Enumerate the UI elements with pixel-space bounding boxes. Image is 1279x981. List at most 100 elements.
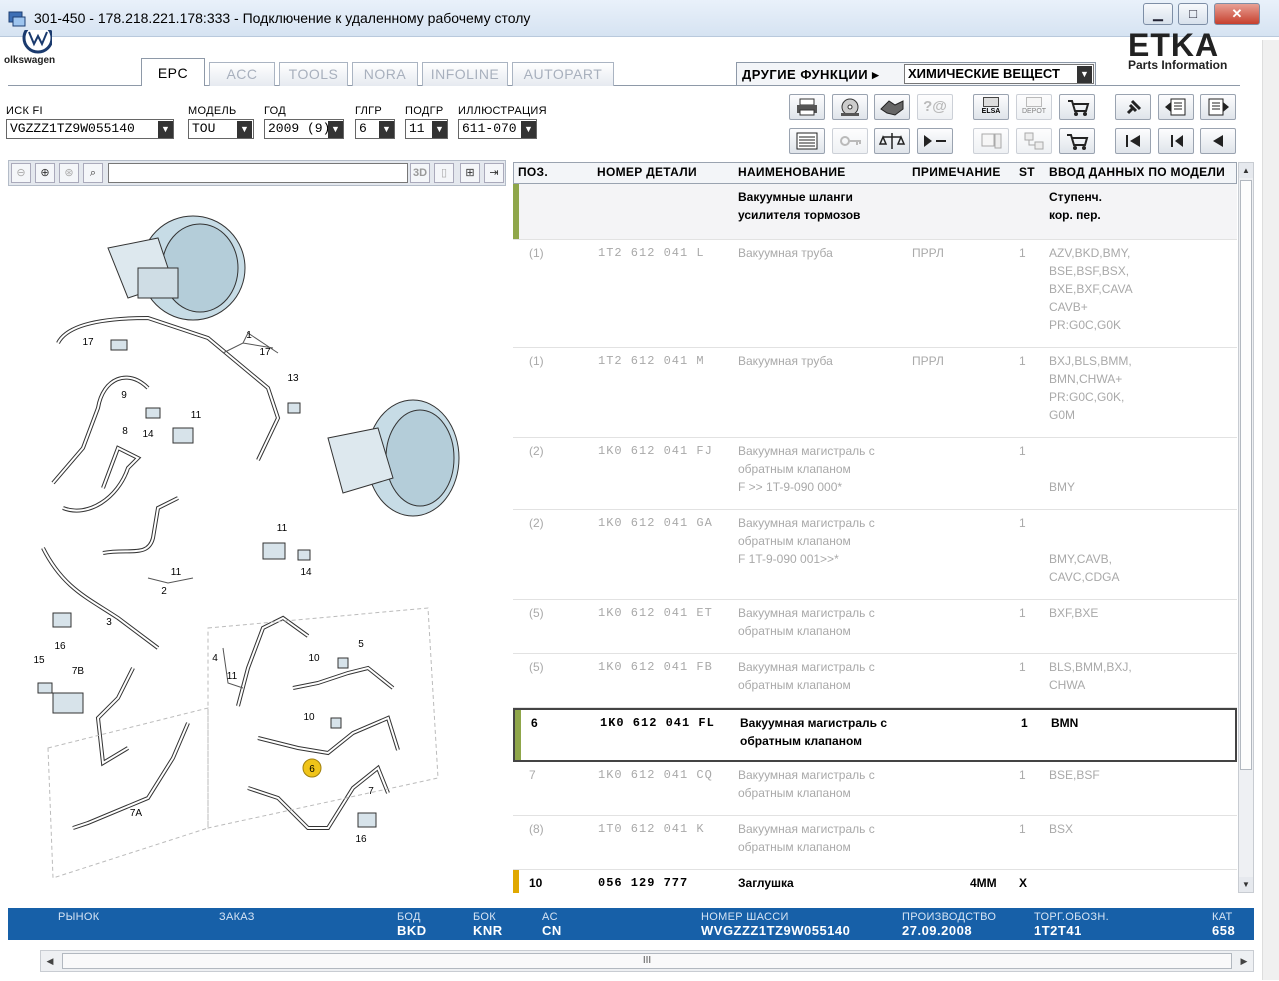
callout-label[interactable]: 6	[309, 764, 315, 775]
callout-label[interactable]: 7B	[72, 666, 85, 677]
scroll-left-button[interactable]: ◀	[42, 953, 58, 969]
zoom-out-button[interactable]: ⊖	[11, 163, 31, 183]
print-button[interactable]	[789, 94, 825, 120]
cart-arrow-button[interactable]	[1059, 94, 1095, 120]
parts-illustration[interactable]: 1 17 17 13 9 11 14 8 11 3 2 11 14 4 11 5 10 16 15 7B 10 6 7 7A 1…	[8, 188, 506, 904]
callout-label[interactable]: 3	[106, 617, 112, 628]
parts-row[interactable]: 10 056 129 777 Заглушка 4MM X	[513, 870, 1237, 893]
parts-row[interactable]: (5) 1K0 612 041 ET Вакуумная магистраль с …	[513, 600, 1237, 654]
callout-label[interactable]: 16	[54, 641, 66, 652]
col-header-model-data[interactable]: ВВОД ДАННЫХ ПО МОДЕЛИ	[1049, 165, 1225, 179]
callout-label[interactable]: 17	[259, 347, 271, 358]
callout-label[interactable]: 4	[212, 653, 218, 664]
callout-label[interactable]: 11	[191, 410, 202, 421]
illustration-dropdown-icon[interactable]: ▼	[521, 121, 536, 138]
callout-label[interactable]: 15	[33, 655, 45, 666]
illustration-search-input[interactable]	[108, 163, 408, 183]
callout-label[interactable]: 8	[122, 426, 128, 437]
model-dropdown-icon[interactable]: ▼	[237, 121, 252, 138]
zoom-area-button[interactable]: ⊕	[35, 163, 55, 183]
trade-name-label: ТОРГ.ОБОЗН.	[1034, 911, 1109, 923]
minimize-button[interactable]: ▁	[1143, 3, 1173, 25]
parts-row[interactable]: (1) 1T2 612 041 L Вакуумная труба ПРРЛ 1 AZV,…	[513, 240, 1237, 348]
tab-nora[interactable]: NORA	[352, 62, 418, 86]
prev-section-button[interactable]	[1158, 128, 1194, 154]
cart-button[interactable]	[1059, 128, 1095, 154]
callout-label[interactable]: 14	[142, 429, 154, 440]
hotspot-button[interactable]: ▯	[434, 163, 454, 183]
callout-label[interactable]: 1	[246, 330, 252, 341]
callout-label[interactable]: 10	[303, 712, 315, 723]
scroll-right-button[interactable]: ▶	[1236, 953, 1252, 969]
tab-tools[interactable]: TOOLS	[279, 62, 348, 86]
zoom-fit-button[interactable]: ⊛	[59, 163, 79, 183]
callout-label[interactable]: 10	[308, 653, 320, 664]
callout-label[interactable]: 5	[358, 639, 364, 650]
first-button[interactable]	[1115, 128, 1151, 154]
sub-group-dropdown-icon[interactable]: ▼	[432, 121, 447, 138]
callout-label[interactable]: 11	[277, 523, 288, 534]
callout-label[interactable]: 11	[227, 671, 238, 682]
parts-row[interactable]: (2) 1K0 612 041 GA Вакуумная магистраль с …	[513, 510, 1237, 600]
close-button[interactable]: ✕	[1214, 3, 1260, 25]
search-button[interactable]: ⌕	[83, 163, 103, 183]
callout-label[interactable]: 13	[287, 373, 299, 384]
callout-label[interactable]: 2	[161, 586, 167, 597]
parts-row[interactable]: 6 1K0 612 041 FL Вакуумная магистраль с об…	[513, 708, 1237, 762]
page-back-button[interactable]	[1158, 94, 1194, 120]
horizontal-scroll-thumb[interactable]: III	[62, 953, 1232, 969]
col-header-part-number[interactable]: НОМЕР ДЕТАЛИ	[597, 165, 697, 179]
key-button[interactable]	[832, 128, 868, 154]
other-functions-select[interactable]: ХИМИЧЕСКИЕ ВЕЩЕСТ	[904, 64, 1094, 84]
scroll-down-button[interactable]: ▼	[1239, 877, 1253, 892]
expand-view-button[interactable]: ⇥	[484, 163, 504, 183]
parts-row[interactable]: (2) 1K0 612 041 FJ Вакуумная магистраль с …	[513, 438, 1237, 510]
tab-infoline[interactable]: INFOLINE	[422, 62, 508, 86]
network-button[interactable]	[1016, 128, 1052, 154]
main-group-dropdown-icon[interactable]: ▼	[379, 121, 394, 138]
3d-button[interactable]: 3D	[410, 163, 430, 183]
callout-label[interactable]: 11	[171, 567, 182, 578]
monitor-icon	[981, 133, 1002, 149]
scroll-up-button[interactable]: ▲	[1239, 163, 1253, 178]
play-minus-button[interactable]	[917, 128, 953, 154]
page-forward-button[interactable]	[1200, 94, 1236, 120]
col-header-note[interactable]: ПРИМЕЧАНИЕ	[912, 165, 1001, 179]
callout-label[interactable]: 14	[300, 567, 312, 578]
callout-label[interactable]: 17	[82, 337, 94, 348]
col-header-st[interactable]: ST	[1019, 165, 1035, 179]
tab-epc[interactable]: EPC	[141, 58, 205, 86]
scale-button[interactable]	[874, 128, 910, 154]
callout-label[interactable]: 7	[368, 786, 374, 797]
monitor-button[interactable]	[973, 128, 1009, 154]
prev-button[interactable]	[1200, 128, 1236, 154]
cd-button[interactable]	[832, 94, 868, 120]
other-functions-dropdown-icon[interactable]: ▼	[1077, 66, 1092, 83]
parts-scroll-thumb[interactable]	[1240, 180, 1252, 770]
callout-label[interactable]: 7A	[130, 808, 143, 819]
app-vertical-scrollbar[interactable]	[1262, 40, 1279, 980]
tab-autopart[interactable]: AUTOPART	[512, 62, 614, 86]
maximize-button[interactable]: □	[1178, 3, 1208, 25]
parts-row[interactable]: 7 1K0 612 041 CQ Вакуумная магистраль с об…	[513, 762, 1237, 816]
col-header-pos[interactable]: ПОЗ.	[518, 165, 548, 179]
vin-dropdown-icon[interactable]: ▼	[158, 121, 173, 138]
callout-label[interactable]: 16	[355, 834, 367, 845]
help-button[interactable]: ?@	[917, 94, 953, 120]
split-view-button[interactable]: ⊞	[460, 163, 480, 183]
other-functions-label[interactable]: ДРУГИЕ ФУНКЦИИ ▸	[742, 67, 879, 83]
list-button[interactable]	[789, 128, 825, 154]
depot-button[interactable]: DEPOT	[1016, 94, 1052, 120]
tab-acc[interactable]: ACC	[209, 62, 275, 86]
callout-label[interactable]: 9	[121, 390, 127, 401]
year-dropdown-icon[interactable]: ▼	[328, 121, 343, 138]
vin-field[interactable]: VGZZZ1TZ9W055140	[6, 119, 174, 139]
pin-button[interactable]	[1115, 94, 1151, 120]
parts-row[interactable]: (1) 1T2 612 041 M Вакуумная труба ПРРЛ 1 BXJ,…	[513, 348, 1237, 438]
col-header-name[interactable]: НАИМЕНОВАНИЕ	[738, 165, 846, 179]
handshake-button[interactable]	[874, 94, 910, 120]
part-name: Вакуумная труба	[738, 354, 833, 368]
parts-row[interactable]: (8) 1T0 612 041 K Вакуумная магистраль с о…	[513, 816, 1237, 870]
parts-row[interactable]: (5) 1K0 612 041 FB Вакуумная магистраль с …	[513, 654, 1237, 708]
elsa-button[interactable]: ELSA	[973, 94, 1009, 120]
